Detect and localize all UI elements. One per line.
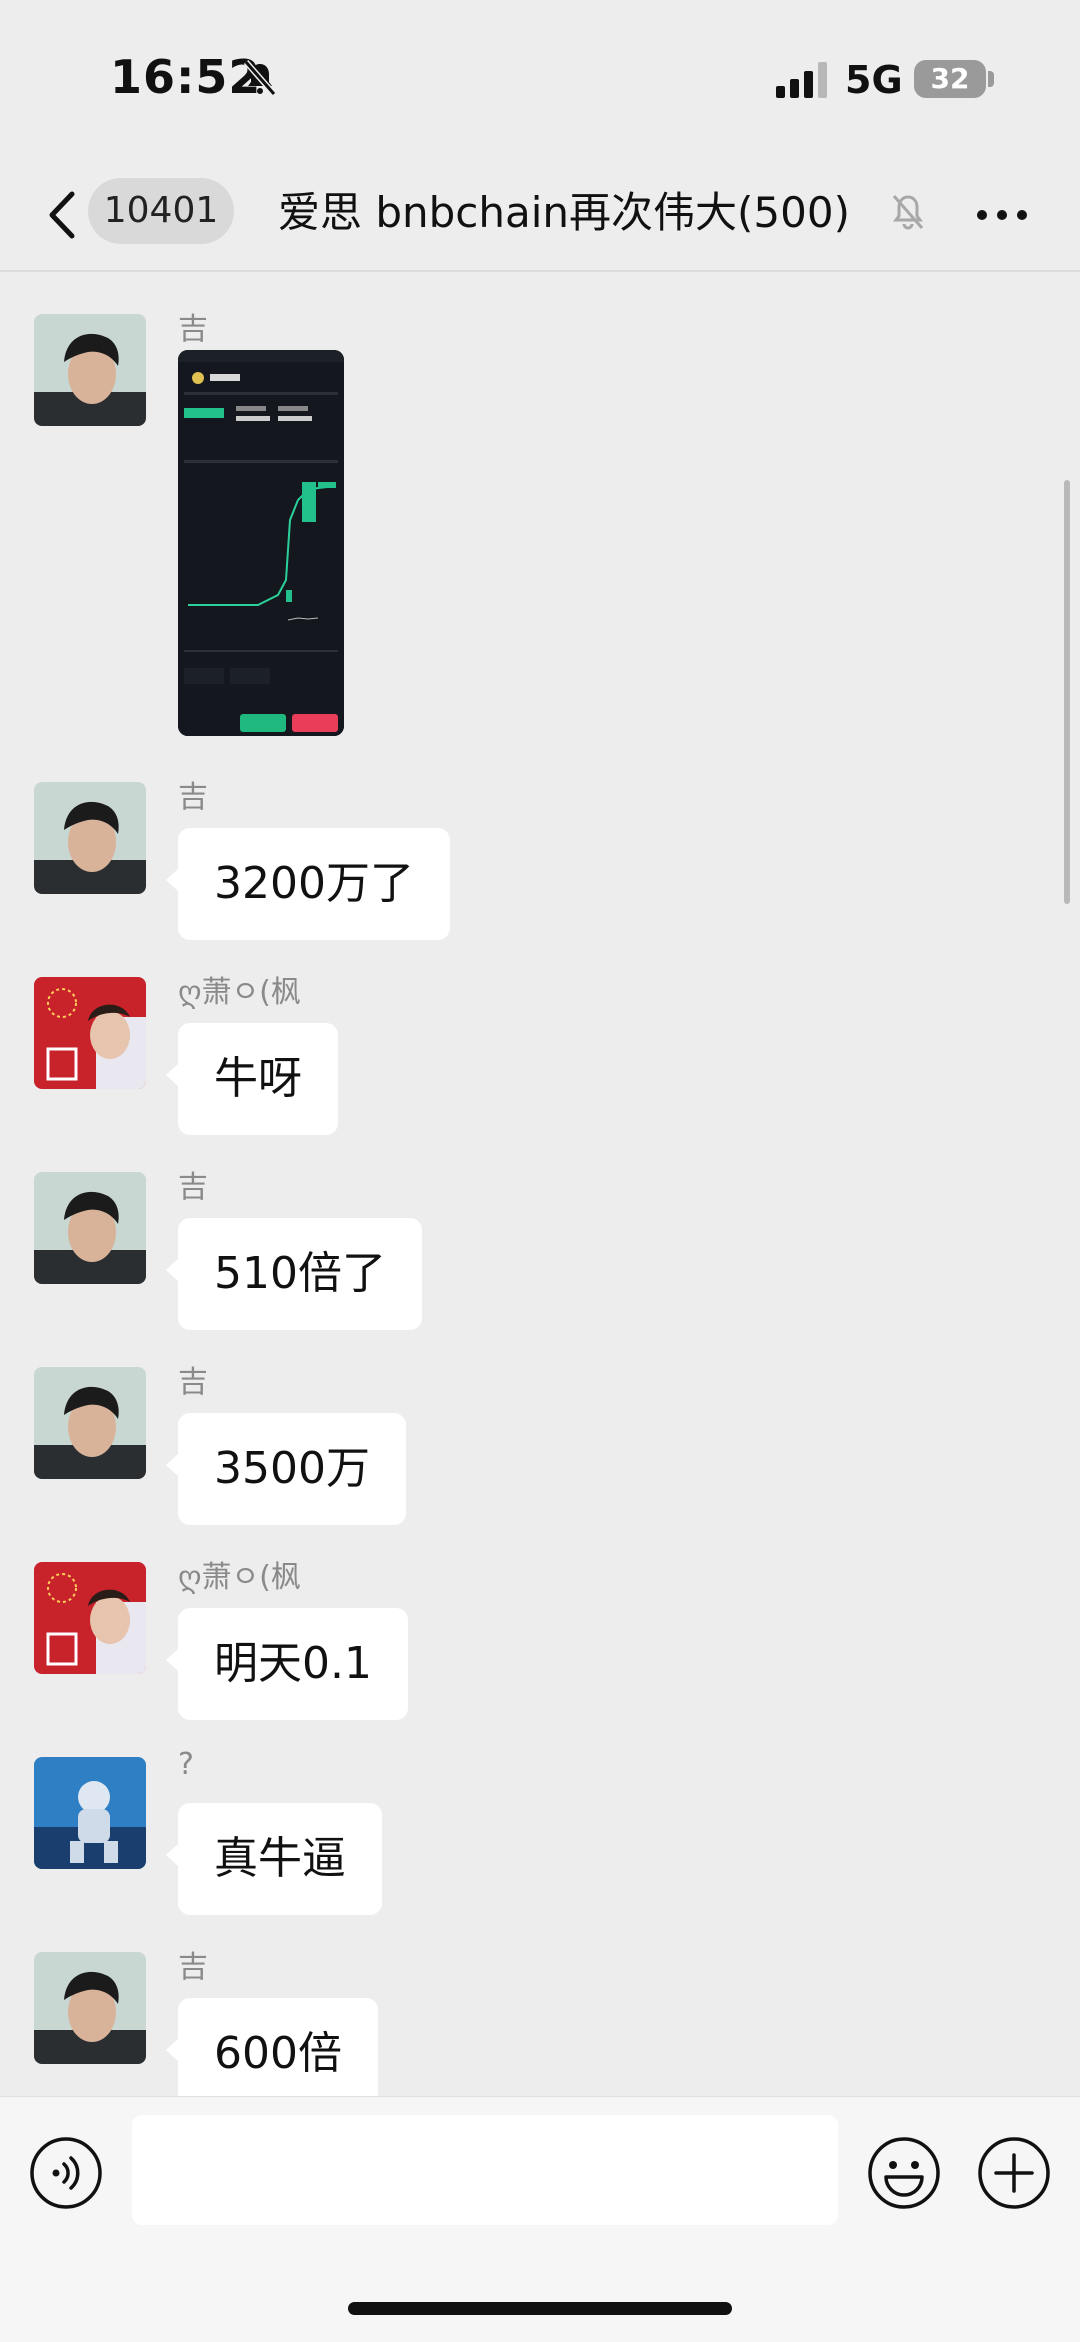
network-type: 5G bbox=[845, 58, 903, 102]
image-message[interactable] bbox=[178, 350, 344, 736]
emoji-icon[interactable] bbox=[866, 2135, 942, 2211]
silent-bell-icon bbox=[243, 60, 277, 96]
sender-name: 吉 bbox=[178, 312, 208, 347]
avatar[interactable] bbox=[34, 782, 146, 894]
man-portrait-avatar bbox=[34, 1952, 146, 2064]
sender-name: 吉 bbox=[178, 1950, 208, 1985]
avatar[interactable] bbox=[34, 1367, 146, 1479]
voice-icon[interactable] bbox=[28, 2135, 104, 2211]
message-bubble[interactable]: 3500万 bbox=[166, 1413, 406, 1525]
sender-name: 吉 bbox=[178, 1170, 208, 1205]
trading-screenshot-image bbox=[178, 350, 344, 736]
man-portrait-avatar bbox=[34, 1367, 146, 1479]
red-firework-portrait-avatar bbox=[34, 977, 146, 1089]
status-bar: 16:52 5G 32 bbox=[0, 0, 1080, 160]
avatar[interactable] bbox=[34, 1172, 146, 1284]
message-bubble[interactable]: 牛呀 bbox=[166, 1023, 338, 1135]
nav-divider bbox=[0, 270, 1080, 272]
man-portrait-avatar bbox=[34, 782, 146, 894]
message-bubble[interactable]: 510倍了 bbox=[166, 1218, 422, 1330]
plus-icon[interactable] bbox=[976, 2135, 1052, 2211]
sender-name: ღ萧ㅇ(枫 bbox=[178, 975, 301, 1010]
battery-indicator: 32 bbox=[914, 60, 986, 98]
message-bubble[interactable]: 3200万了 bbox=[166, 828, 450, 940]
more-dots-icon[interactable] bbox=[970, 186, 1034, 244]
message-input[interactable] bbox=[132, 2115, 838, 2225]
sender-name: ღ萧ㅇ(枫 bbox=[178, 1560, 301, 1595]
signal-icon bbox=[776, 62, 827, 98]
avatar[interactable] bbox=[34, 1952, 146, 2064]
man-portrait-avatar bbox=[34, 1172, 146, 1284]
mute-bell-icon bbox=[892, 195, 924, 230]
sender-name: 吉 bbox=[178, 1365, 208, 1400]
message-bubble[interactable]: 真牛逼 bbox=[166, 1803, 382, 1915]
battery-nub bbox=[988, 71, 994, 87]
unread-count-badge[interactable]: 10401 bbox=[88, 178, 234, 244]
sender-name: ? bbox=[178, 1747, 194, 1782]
astronaut-portrait-avatar bbox=[34, 1757, 146, 1869]
home-indicator[interactable] bbox=[348, 2302, 732, 2315]
avatar[interactable] bbox=[34, 1562, 146, 1674]
man-portrait-avatar bbox=[34, 314, 146, 426]
avatar[interactable] bbox=[34, 977, 146, 1089]
red-firework-portrait-avatar bbox=[34, 1562, 146, 1674]
message-bubble[interactable]: 600倍 bbox=[166, 1998, 378, 2110]
avatar[interactable] bbox=[34, 1757, 146, 1869]
avatar[interactable] bbox=[34, 314, 146, 426]
back-arrow-icon[interactable] bbox=[40, 182, 86, 248]
chat-nav-bar: 10401 爱思 bnbchain再次伟大(500) bbox=[0, 160, 1080, 270]
sender-name: 吉 bbox=[178, 780, 208, 815]
scrollbar[interactable] bbox=[1064, 480, 1070, 904]
status-time: 16:52 bbox=[110, 50, 262, 104]
message-bubble[interactable]: 明天0.1 bbox=[166, 1608, 408, 1720]
chat-title[interactable]: 爱思 bnbchain再次伟大(500) bbox=[278, 182, 850, 244]
